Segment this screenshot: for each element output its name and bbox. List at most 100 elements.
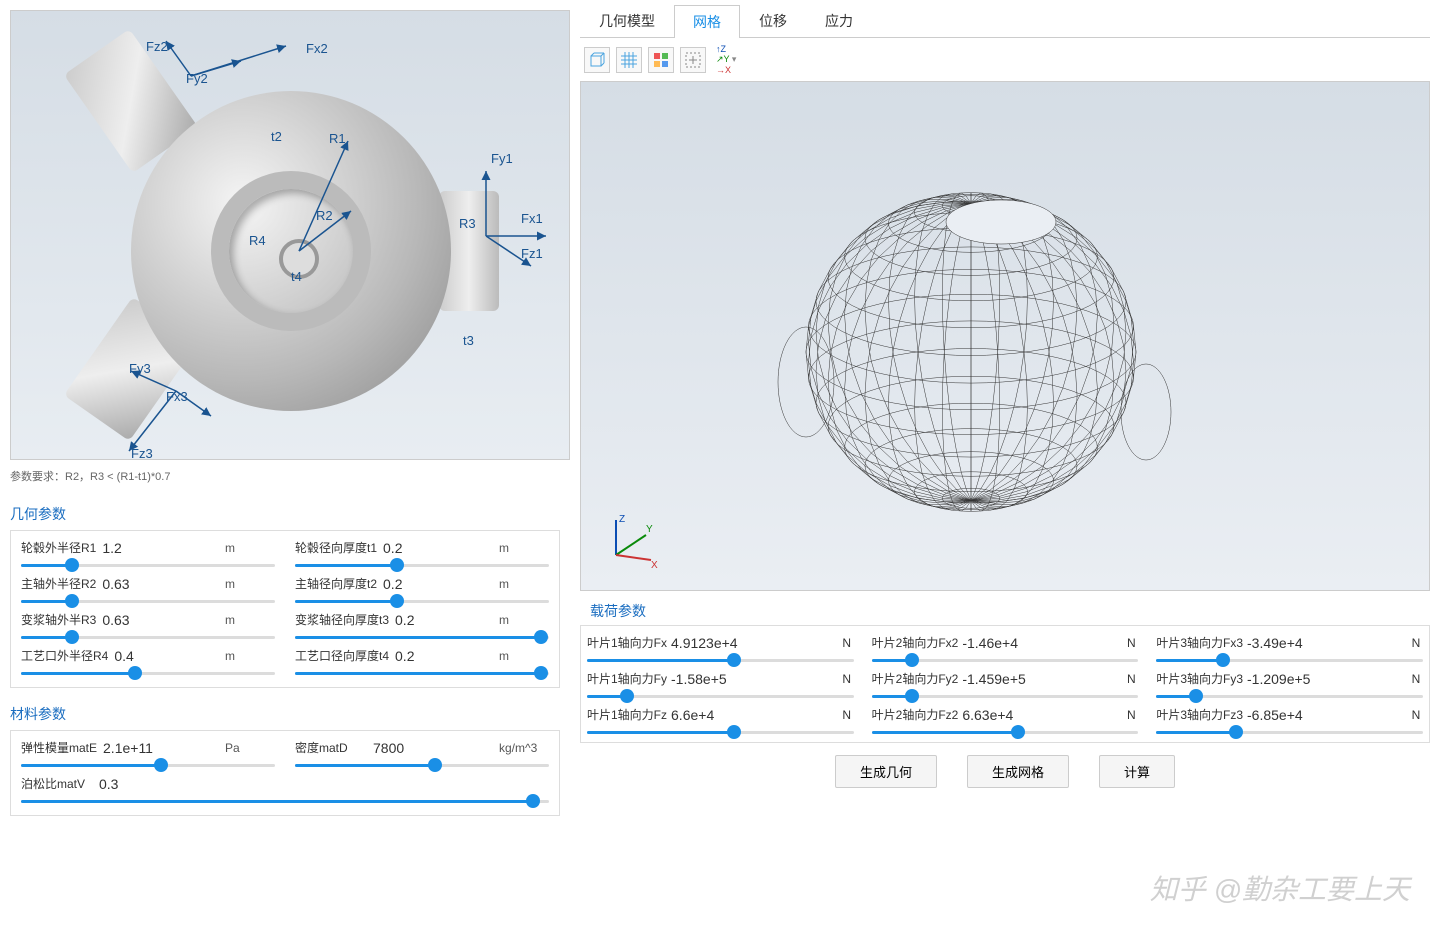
load-param-label: 叶片2轴向力Fz2: [872, 706, 959, 723]
mat-param-unit: kg/m^3: [499, 741, 549, 755]
load-param-label: 叶片1轴向力Fy: [587, 670, 667, 687]
label-fy1: Fy1: [491, 151, 513, 166]
geom-param-value[interactable]: 0.63: [102, 576, 219, 592]
geom-param-slider[interactable]: [295, 564, 549, 567]
mat-param-label: 弹性模量matE: [21, 739, 97, 756]
geom-param-value[interactable]: 0.4: [114, 648, 219, 664]
load-param-slider[interactable]: [872, 695, 1139, 698]
geom-param-label: 变浆轴径向厚度t3: [295, 611, 389, 628]
geom-param-unit: m: [499, 613, 549, 627]
mat-param-slider[interactable]: [21, 800, 549, 803]
tab-1[interactable]: 网格: [674, 5, 740, 38]
load-param-slider[interactable]: [587, 659, 854, 662]
label-r3: R3: [459, 216, 476, 231]
geom-param-label: 轮毂外半径R1: [21, 539, 96, 556]
mat-param-slider[interactable]: [295, 764, 549, 767]
load-param-value[interactable]: -1.46e+4: [962, 635, 1120, 651]
geom-param-unit: m: [225, 613, 275, 627]
load-param-unit: N: [1124, 672, 1138, 686]
geom-param-slider[interactable]: [21, 636, 275, 639]
geom-param-slider[interactable]: [21, 672, 275, 675]
tab-2[interactable]: 位移: [740, 4, 806, 37]
load-param-value[interactable]: 6.63e+4: [962, 707, 1120, 723]
view-persp-icon[interactable]: [584, 47, 610, 73]
load-param-unit: N: [1124, 636, 1138, 650]
mat-param-value[interactable]: 0.3: [99, 776, 493, 792]
geom-param-value[interactable]: 0.2: [383, 540, 493, 556]
geom-param-unit: m: [225, 649, 275, 663]
load-param-label: 叶片2轴向力Fx2: [872, 634, 959, 651]
calculate-button[interactable]: 计算: [1099, 755, 1175, 788]
mat-param-slider[interactable]: [21, 764, 275, 767]
load-params-block: 叶片1轴向力Fx 4.9123e+4 N 叶片2轴向力Fx2 -1.46e+4 …: [580, 625, 1430, 743]
mat-param-value[interactable]: 7800: [373, 740, 493, 756]
load-param-label: 叶片2轴向力Fy2: [872, 670, 959, 687]
geom-param-label: 变浆轴外半R3: [21, 611, 96, 628]
load-param-slider[interactable]: [872, 731, 1139, 734]
load-param-unit: N: [1409, 672, 1423, 686]
geom-param-slider[interactable]: [295, 672, 549, 675]
load-param-unit: N: [1409, 636, 1423, 650]
load-param-slider[interactable]: [1156, 731, 1423, 734]
tab-0[interactable]: 几何模型: [580, 4, 674, 37]
geom-param-unit: m: [499, 541, 549, 555]
geom-params-block: 轮毂外半径R1 1.2 m 轮毂径向厚度t1 0.2 m 主轴外半径R2 0.6…: [10, 530, 560, 688]
label-fy2: Fy2: [186, 71, 208, 86]
geom-param-slider[interactable]: [21, 564, 275, 567]
view-grid-icon[interactable]: [616, 47, 642, 73]
label-fz1: Fz1: [521, 246, 543, 261]
label-fz3: Fz3: [131, 446, 153, 461]
load-param-unit: N: [840, 708, 854, 722]
load-param-unit: N: [840, 636, 854, 650]
geometry-viewer[interactable]: Fz2 Fy2 Fx2 Fy1 Fx1 Fz1 Fy3 Fx3 Fz3 R1 R…: [10, 10, 570, 460]
mat-param-label: 泊松比matV: [21, 775, 93, 792]
section-title-geom: 几何参数: [10, 504, 560, 524]
viewer-toolbar: ↑Z ↗Y ▾ →X: [580, 38, 1430, 81]
load-param-slider[interactable]: [872, 659, 1139, 662]
load-param-label: 叶片3轴向力Fx3: [1156, 634, 1243, 651]
load-param-slider[interactable]: [587, 731, 854, 734]
load-param-slider[interactable]: [1156, 659, 1423, 662]
axis-selector[interactable]: ↑Z ↗Y ▾ →X: [712, 44, 736, 75]
load-param-unit: N: [1124, 708, 1138, 722]
generate-geometry-button[interactable]: 生成几何: [835, 755, 937, 788]
geom-param-value[interactable]: 1.2: [102, 540, 219, 556]
load-param-label: 叶片1轴向力Fz: [587, 706, 667, 723]
param-requirement-note: 参数要求：R2，R3 < (R1-t1)*0.7: [10, 468, 560, 484]
svg-text:Y: Y: [646, 524, 653, 535]
label-fx1: Fx1: [521, 211, 543, 226]
view-colormap-icon[interactable]: [648, 47, 674, 73]
geom-param-value[interactable]: 0.63: [102, 612, 219, 628]
load-param-slider[interactable]: [587, 695, 854, 698]
load-param-unit: N: [1409, 708, 1423, 722]
section-title-load: 载荷参数: [590, 601, 1430, 621]
svg-text:Z: Z: [619, 514, 625, 525]
load-param-value[interactable]: 6.6e+4: [671, 707, 836, 723]
geom-param-slider[interactable]: [295, 600, 549, 603]
geom-param-value[interactable]: 0.2: [383, 576, 493, 592]
load-param-value[interactable]: -6.85e+4: [1247, 707, 1405, 723]
geom-param-unit: m: [499, 649, 549, 663]
tab-3[interactable]: 应力: [806, 4, 872, 37]
geom-param-unit: m: [499, 577, 549, 591]
load-param-slider[interactable]: [1156, 695, 1423, 698]
result-tabs: 几何模型网格位移应力: [580, 4, 1430, 38]
mat-param-unit: Pa: [225, 741, 275, 755]
generate-mesh-button[interactable]: 生成网格: [967, 755, 1069, 788]
load-param-value[interactable]: -1.58e+5: [671, 671, 836, 687]
load-param-value[interactable]: 4.9123e+4: [671, 635, 836, 651]
mesh-viewer[interactable]: Z Y X: [580, 81, 1430, 591]
geom-param-value[interactable]: 0.2: [395, 648, 493, 664]
load-param-value[interactable]: -1.209e+5: [1247, 671, 1405, 687]
load-param-value[interactable]: -1.459e+5: [962, 671, 1120, 687]
mat-param-value[interactable]: 2.1e+11: [103, 740, 219, 756]
load-param-value[interactable]: -3.49e+4: [1247, 635, 1405, 651]
geom-param-slider[interactable]: [295, 636, 549, 639]
geom-param-value[interactable]: 0.2: [395, 612, 493, 628]
geom-param-label: 工艺口外半径R4: [21, 647, 108, 664]
geom-param-slider[interactable]: [21, 600, 275, 603]
view-fit-icon[interactable]: [680, 47, 706, 73]
label-t2: t2: [271, 129, 282, 144]
geom-param-unit: m: [225, 577, 275, 591]
svg-text:X: X: [651, 560, 658, 570]
